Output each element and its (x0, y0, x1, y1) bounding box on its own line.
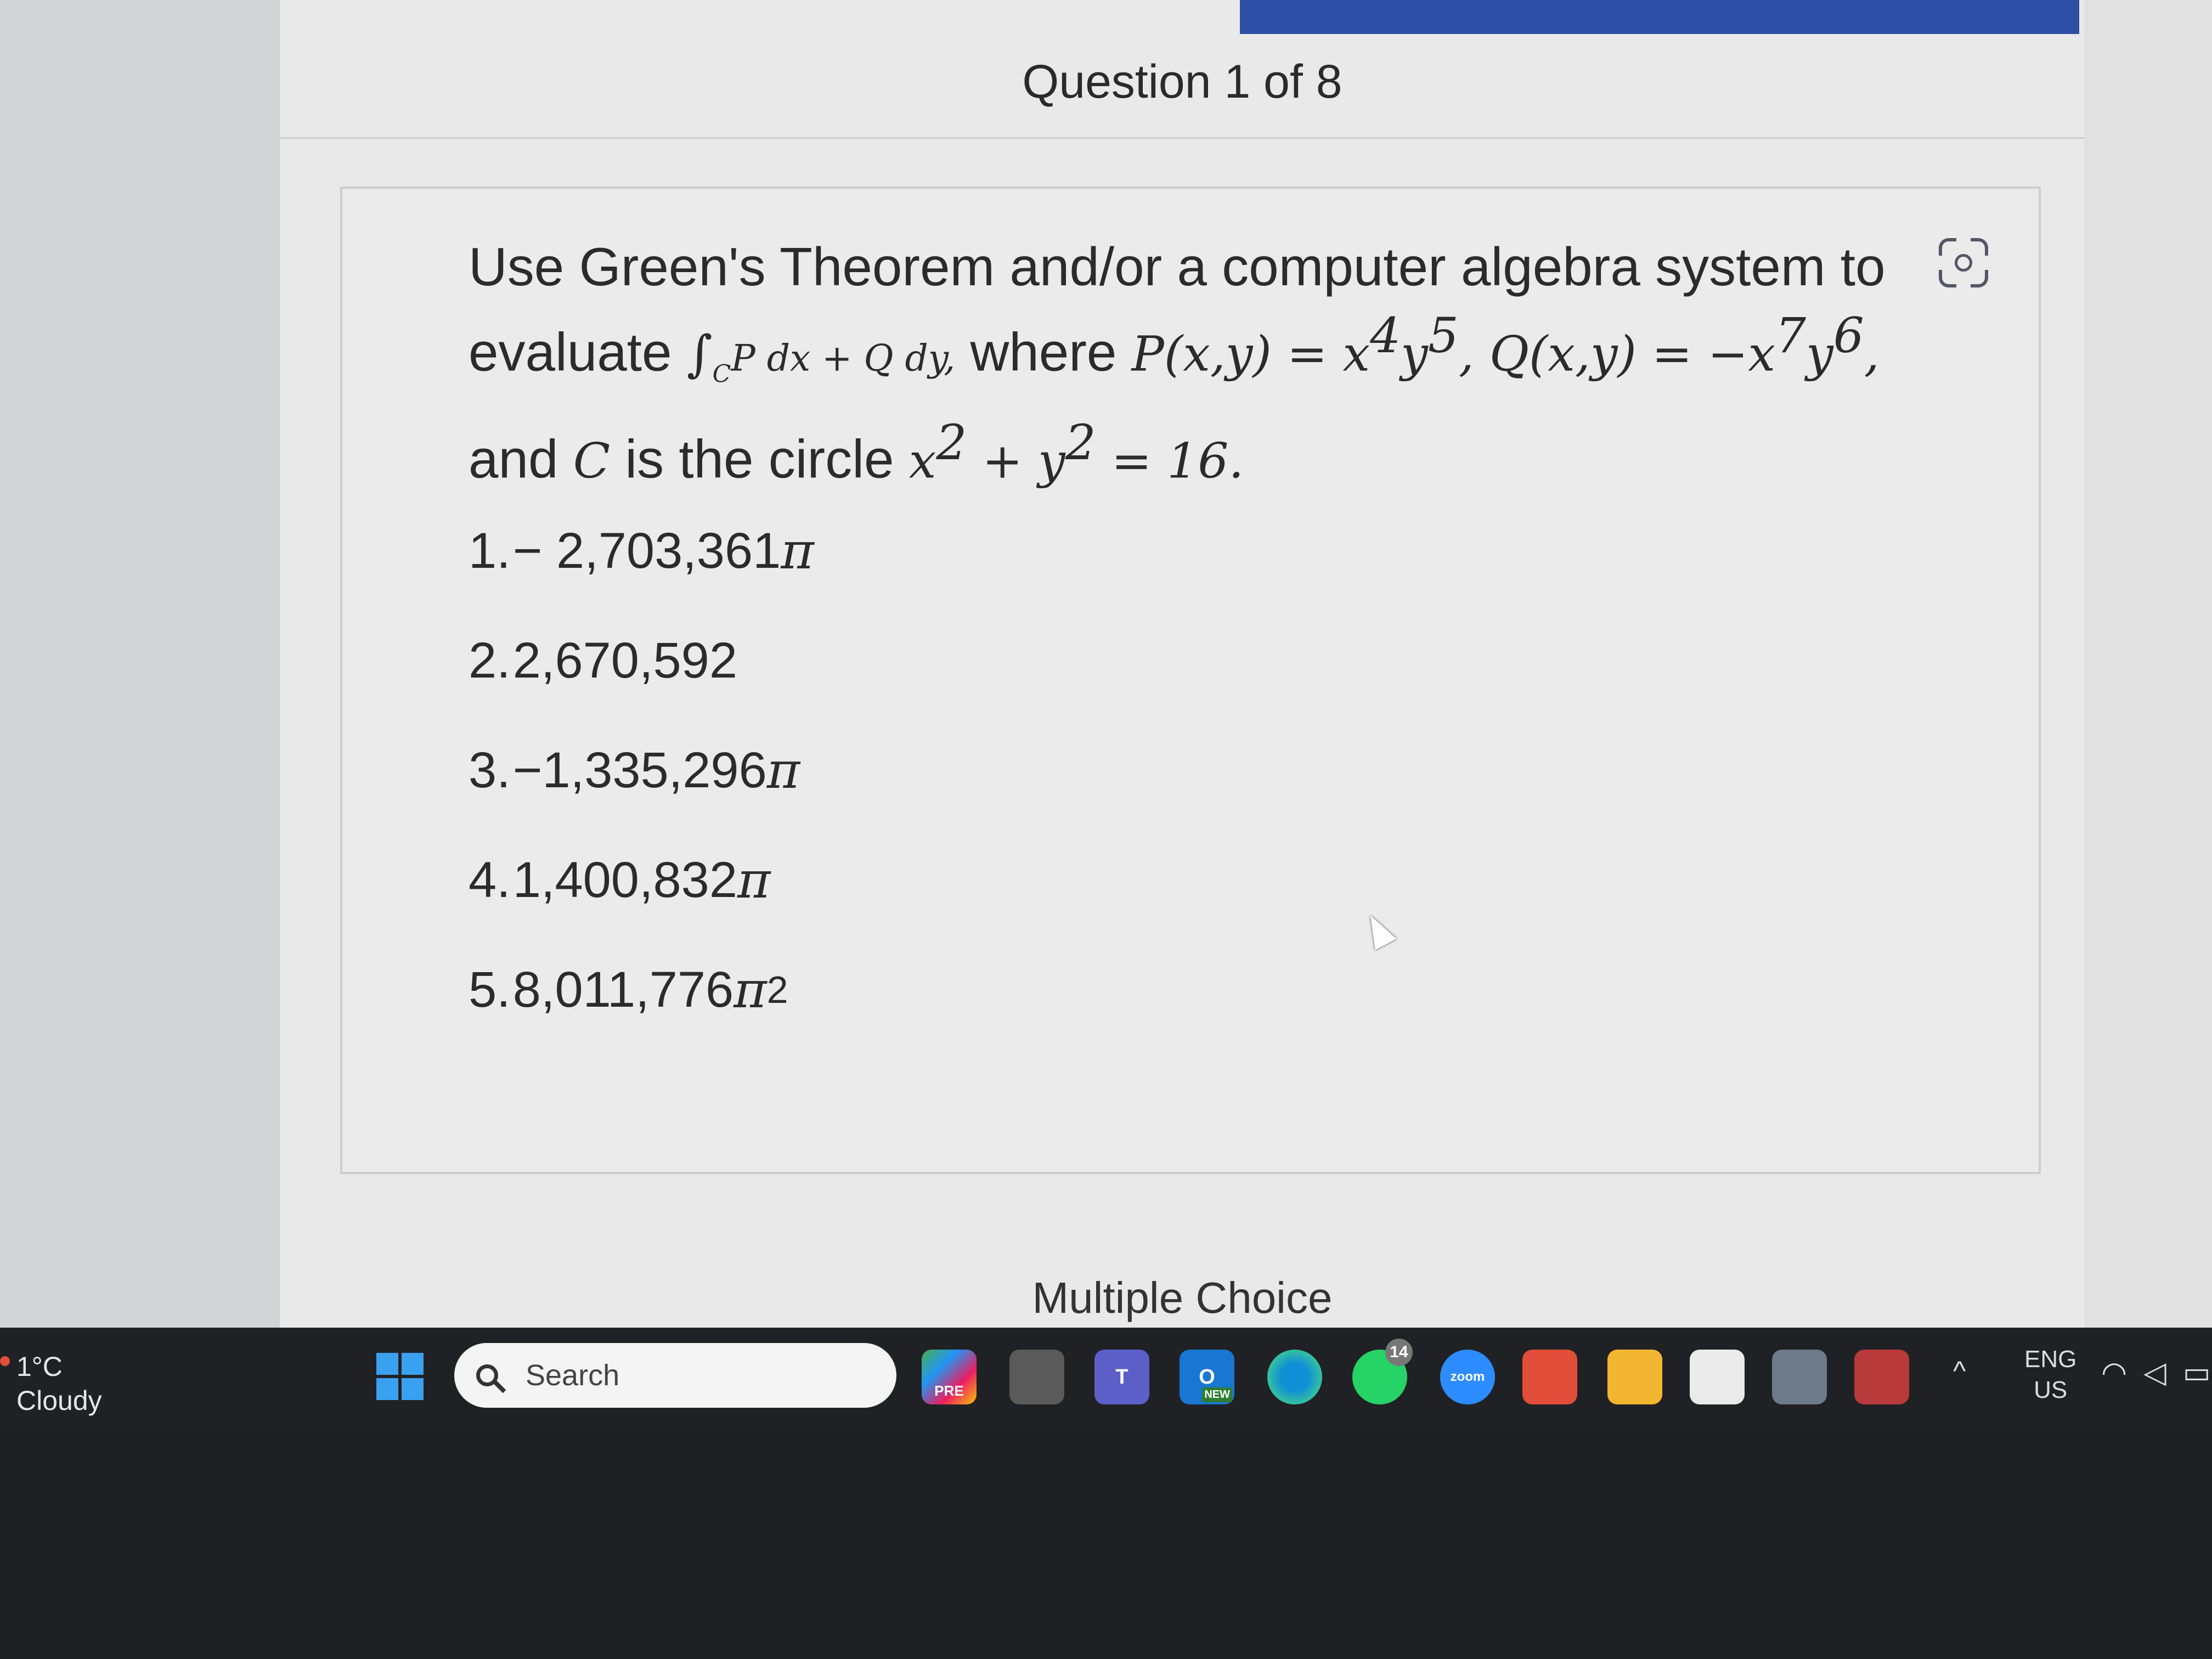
answer-option-3[interactable]: 3. −1,335,296 π (469, 715, 1456, 825)
circle-y-exp: 2 (1065, 414, 1096, 471)
answer-option-4[interactable]: 4. 1,400,832 π (469, 825, 1456, 935)
question-line-1: Use Green's Theorem and/or a computer al… (469, 236, 1886, 297)
tray-icons: ◠ ◁ ▭ (2101, 1355, 2212, 1390)
question-counter: Question 1 of 8 (1022, 55, 1342, 108)
search-icon (476, 1364, 498, 1386)
question-card: Use Green's Theorem and/or a computer al… (340, 187, 2041, 1174)
p-definition: P(x,y) = x (1131, 325, 1370, 382)
circle-plus-y: + y (967, 432, 1065, 489)
answer-number: 1. (469, 522, 511, 579)
file-explorer-icon[interactable] (1607, 1350, 1662, 1404)
answer-number: 5. (469, 961, 511, 1018)
taskbar-search[interactable]: Search (454, 1343, 896, 1408)
camera-icon[interactable] (1522, 1350, 1577, 1404)
q-definition: , Q(x,y) = −x (1458, 325, 1775, 382)
answer-suffix: π (737, 850, 771, 910)
battery-icon[interactable]: ▭ (2183, 1356, 2211, 1389)
answer-option-2[interactable]: 2. 2,670,592 (469, 606, 1456, 715)
curve-c: C (573, 432, 611, 489)
weather-alert-icon (0, 1356, 10, 1366)
p-exp-x: 4 (1370, 307, 1401, 364)
answer-value: 8,011,776 (512, 961, 734, 1018)
zoom-label: zoom (1450, 1369, 1485, 1384)
chevron-up-icon[interactable]: ^ (1953, 1355, 1966, 1387)
teams-label: T (1115, 1365, 1128, 1389)
q-exp-x: 7 (1775, 307, 1806, 364)
multiple-choice-label: Multiple Choice (1032, 1273, 1333, 1322)
search-label: Search (526, 1359, 620, 1392)
app-icon[interactable] (1854, 1350, 1909, 1404)
circle-x: x (909, 432, 936, 489)
outlook-icon[interactable]: O NEW (1180, 1350, 1234, 1404)
zoom-icon[interactable]: zoom (1440, 1350, 1495, 1404)
accent-bar (1240, 0, 2079, 34)
evaluate-label: evaluate (469, 321, 687, 382)
answer-number: 2. (469, 632, 511, 689)
answer-suffix: π (733, 960, 767, 1019)
whatsapp-icon[interactable]: 14 (1352, 1339, 1413, 1404)
whatsapp-badge: 14 (1385, 1339, 1413, 1366)
teams-icon[interactable]: T (1094, 1350, 1149, 1404)
where-label: where (955, 321, 1132, 382)
answer-option-1[interactable]: 1. − 2,703,361 π (469, 496, 1456, 606)
integral-subscript: C (712, 360, 731, 388)
left-gutter (0, 0, 280, 1328)
q-y: y (1806, 325, 1833, 382)
right-gutter (2086, 0, 2212, 1328)
edge-icon[interactable] (1267, 1350, 1322, 1404)
volume-icon[interactable]: ◁ (2143, 1356, 2166, 1389)
taskbar: 1°C Cloudy Search PRE T O NEW 14 zoom ^ … (0, 1328, 2212, 1432)
q-end: , (1864, 325, 1880, 382)
answer-option-5[interactable]: 5. 8,011,776 π 2 (469, 935, 1456, 1045)
lang-top: ENG (2024, 1346, 2077, 1373)
and-label: and (469, 428, 573, 489)
question-line-3: and C is the circle x2 + y2 = 16. (469, 408, 1950, 495)
answer-suffix: π (766, 741, 800, 800)
weather-temp: 1°C (16, 1351, 63, 1382)
lang-bottom: US (2034, 1376, 2068, 1403)
windows-start-icon[interactable] (376, 1353, 424, 1400)
laptop-bezel (0, 1432, 2212, 1659)
answer-list: 1. − 2,703,361 π 2. 2,670,592 3. −1,335,296 π… (469, 496, 1456, 1045)
q-exp-y: 6 (1833, 307, 1864, 364)
pre-label: PRE (934, 1382, 964, 1399)
language-indicator[interactable]: ENG US (2024, 1344, 2076, 1406)
weather-widget[interactable]: 1°C Cloudy (16, 1350, 102, 1418)
quiz-page: Question 1 of 8 Use Green's Theorem and/… (280, 0, 2085, 1328)
question-header: Question 1 of 8 (280, 44, 2085, 139)
question-line-2: evaluate ∫CP dx + Q dy, where P(x,y) = x… (469, 301, 1950, 408)
p-exp-y: 5 (1427, 307, 1459, 364)
screen: Question 1 of 8 Use Green's Theorem and/… (0, 0, 2212, 1328)
p-y: y (1401, 325, 1428, 382)
question-text: Use Green's Theorem and/or a computer al… (469, 233, 1950, 495)
new-label: NEW (1202, 1387, 1232, 1402)
answer-exponent: 2 (766, 968, 788, 1011)
integral-symbol: ∫ (686, 325, 713, 383)
wifi-icon[interactable]: ◠ (2101, 1356, 2127, 1389)
circle-end: = 16. (1096, 432, 1244, 489)
answer-number: 3. (469, 742, 511, 798)
integrand: P dx + Q dy, (731, 337, 956, 380)
store-icon[interactable] (1690, 1350, 1745, 1404)
answer-value: −1,335,296 (512, 742, 767, 798)
circle-label: is the circle (610, 428, 909, 489)
weather-desc: Cloudy (16, 1385, 102, 1416)
calculator-icon[interactable] (1772, 1350, 1827, 1404)
focus-mode-icon[interactable] (1938, 237, 1989, 289)
outlook-label: O (1199, 1365, 1215, 1389)
copilot-icon[interactable]: PRE (922, 1350, 977, 1404)
circle-x-exp: 2 (936, 414, 967, 471)
answer-value: 2,670,592 (512, 632, 738, 689)
answer-number: 4. (469, 851, 511, 908)
task-view-icon[interactable] (1009, 1350, 1064, 1404)
answer-value: 1,400,832 (512, 851, 738, 908)
answer-value: − 2,703,361 (512, 522, 781, 579)
answer-suffix: π (781, 521, 814, 580)
